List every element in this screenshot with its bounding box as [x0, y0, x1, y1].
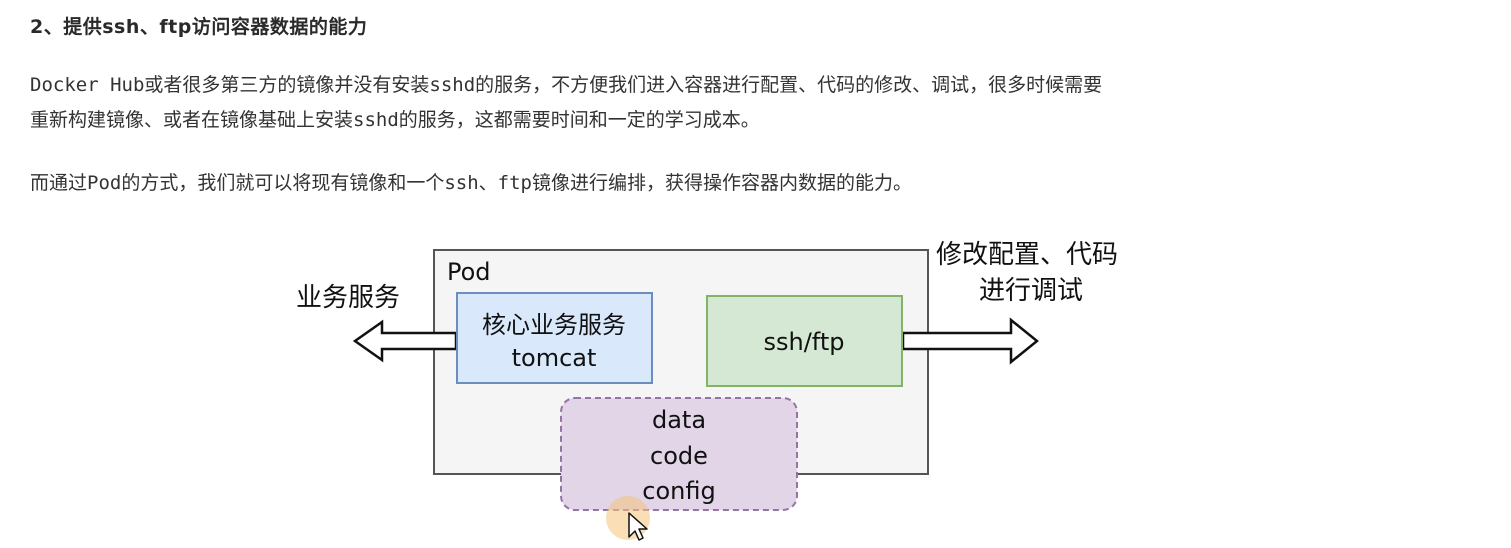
shared-data-line-code: code [650, 442, 708, 470]
core-service-tomcat: tomcat [512, 344, 597, 372]
right-arrow-label-line2: 进行调试 [979, 276, 1083, 306]
pod-label: Pod [447, 258, 491, 286]
pod-diagram: Pod 业务服务 修改配置、代码 进行调试 核心业务服务 tomcat ssh/… [296, 240, 1118, 541]
shared-data-line-data: data [652, 406, 706, 434]
core-service-title: 核心业务服务 [482, 311, 626, 339]
ssh-ftp-label: ssh/ftp [764, 328, 845, 356]
left-arrow-label: 业务服务 [296, 283, 400, 313]
right-arrow-label-line1: 修改配置、代码 [936, 240, 1118, 270]
shared-data-line-config: config [642, 477, 715, 505]
mouse-cursor-icon [606, 496, 650, 541]
